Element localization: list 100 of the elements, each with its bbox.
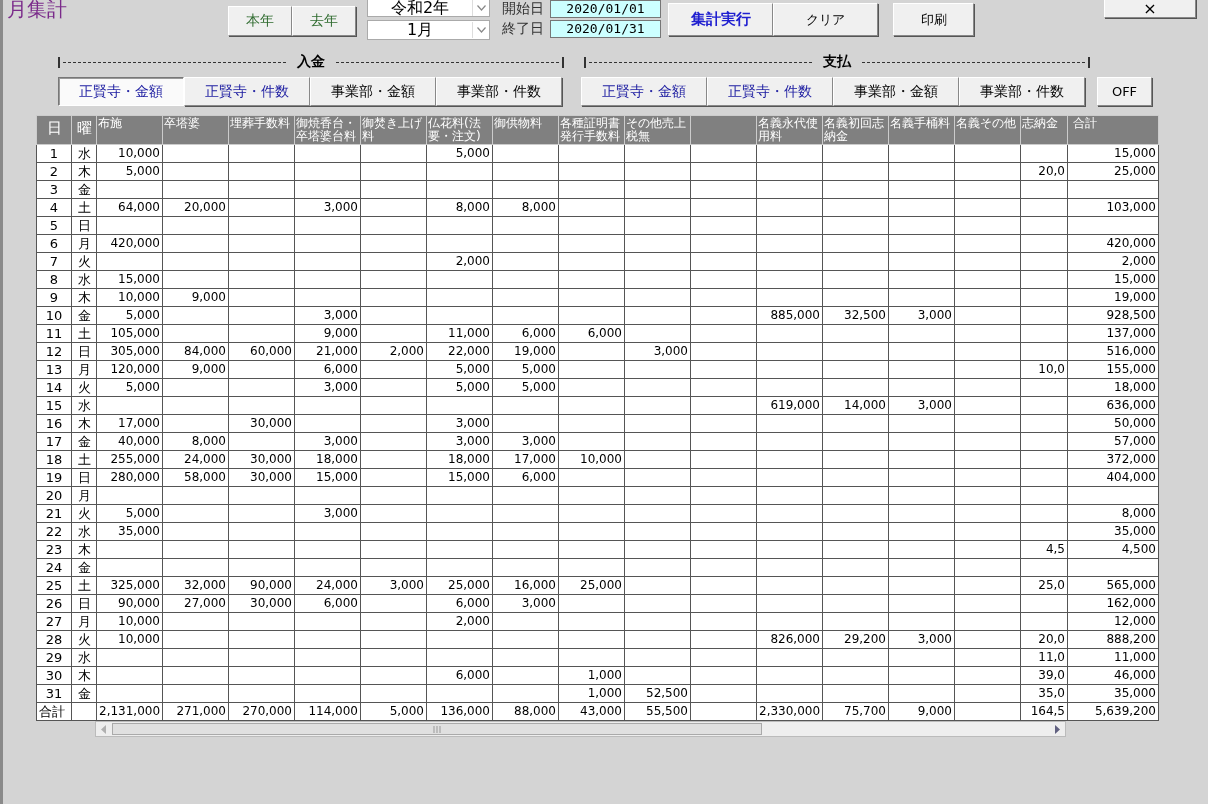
close-button[interactable]: × xyxy=(1104,0,1196,18)
era-select[interactable]: 令和2年 xyxy=(367,0,490,17)
table-cell: 60,000 xyxy=(228,342,295,361)
view-button[interactable]: 正賢寺・件数 xyxy=(184,77,310,106)
table-cell: 18,000 xyxy=(294,450,361,469)
table-cell: 30,000 xyxy=(228,594,295,613)
table-cell: 420,000 xyxy=(96,234,163,253)
year-button[interactable]: 去年 xyxy=(292,6,356,36)
table-cell: 19,000 xyxy=(492,342,559,361)
table-cell: 114,000 xyxy=(294,702,361,721)
table-cell: 280,000 xyxy=(96,468,163,487)
table-cell: 15,000 xyxy=(426,468,493,487)
table-cell: 木 xyxy=(71,288,97,307)
table-cell: 日 xyxy=(71,342,97,361)
table-cell: 1 xyxy=(36,144,72,163)
table-cell: 636,000 xyxy=(1067,396,1159,415)
table-cell: 水 xyxy=(71,396,97,415)
year-button[interactable]: 本年 xyxy=(228,6,292,36)
table-cell: 土 xyxy=(71,198,97,217)
table-cell: 17 xyxy=(36,432,72,451)
table-cell: 84,000 xyxy=(162,342,229,361)
scroll-thumb[interactable] xyxy=(112,723,762,735)
table-cell: 24 xyxy=(36,558,72,577)
table-cell: 13 xyxy=(36,360,72,379)
column-header: 卒塔婆 xyxy=(162,115,229,145)
table-cell: 4 xyxy=(36,198,72,217)
table-cell: 金 xyxy=(71,684,97,703)
table-cell: 8,000 xyxy=(162,432,229,451)
table-cell: 58,000 xyxy=(162,468,229,487)
action-button[interactable]: クリア xyxy=(773,3,878,36)
table-cell: 水 xyxy=(71,270,97,289)
table-cell: 1,000 xyxy=(558,684,625,703)
table-cell: 90,000 xyxy=(96,594,163,613)
table-cell: 120,000 xyxy=(96,360,163,379)
table-cell: 3,000 xyxy=(624,342,691,361)
action-button[interactable]: 集計実行 xyxy=(668,3,773,36)
table-cell: 6,000 xyxy=(426,666,493,685)
view-button[interactable]: 事業部・件数 xyxy=(436,77,562,106)
table-cell: 火 xyxy=(71,378,97,397)
table-cell: 55,500 xyxy=(624,702,691,721)
table-cell: 3,000 xyxy=(294,504,361,523)
table-cell: 88,000 xyxy=(492,702,559,721)
table-cell: 3,000 xyxy=(294,198,361,217)
column-header: 仏花料(法要・注文) xyxy=(426,115,493,145)
table-cell: 土 xyxy=(71,576,97,595)
view-button[interactable]: 事業部・金額 xyxy=(310,77,436,106)
table-cell: 3,000 xyxy=(492,432,559,451)
column-header: 名義永代使用料 xyxy=(756,115,823,145)
table-cell: 5,000 xyxy=(492,378,559,397)
table-cell: 155,000 xyxy=(1067,360,1159,379)
table-cell: 6,000 xyxy=(426,594,493,613)
table-cell: 10,000 xyxy=(96,612,163,631)
table-cell: 木 xyxy=(71,540,97,559)
table-cell: 18 xyxy=(36,450,72,469)
table-cell: 5,000 xyxy=(360,702,427,721)
table-cell: 10,000 xyxy=(96,288,163,307)
table-cell: 64,000 xyxy=(96,198,163,217)
table-cell: 372,000 xyxy=(1067,450,1159,469)
table-cell: 2,330,000 xyxy=(756,702,823,721)
table-cell: 17,000 xyxy=(492,450,559,469)
table-cell: 水 xyxy=(71,522,97,541)
table-cell: 6 xyxy=(36,234,72,253)
table-cell: 164,5 xyxy=(1020,702,1068,721)
table-cell: 35,000 xyxy=(1067,522,1159,541)
month-select[interactable]: 1月 xyxy=(367,20,490,40)
table-cell: 305,000 xyxy=(96,342,163,361)
section-title: 支払 xyxy=(822,53,853,71)
table-cell: 3,000 xyxy=(888,630,955,649)
view-button[interactable]: 事業部・件数 xyxy=(959,77,1085,106)
table-cell: 46,000 xyxy=(1067,666,1159,685)
table-cell: 火 xyxy=(71,630,97,649)
table-cell: 35,000 xyxy=(1067,684,1159,703)
view-button[interactable]: 正賢寺・金額 xyxy=(58,77,184,106)
table-cell: 木 xyxy=(71,162,97,181)
table-cell: 5,000 xyxy=(426,378,493,397)
action-button[interactable]: 印刷 xyxy=(893,3,974,36)
table-cell: 22,000 xyxy=(426,342,493,361)
table-cell: 3,000 xyxy=(492,594,559,613)
table-cell: 日 xyxy=(71,468,97,487)
table-cell: 3,000 xyxy=(888,306,955,325)
table-cell: 木 xyxy=(71,414,97,433)
table-cell: 103,000 xyxy=(1067,198,1159,217)
table-cell: 20 xyxy=(36,486,72,505)
table-cell: 日 xyxy=(71,594,97,613)
horizontal-scrollbar[interactable] xyxy=(95,721,1066,737)
view-button[interactable]: 事業部・金額 xyxy=(833,77,959,106)
date-field[interactable]: 2020/01/31 xyxy=(550,20,661,38)
table-cell: 3,000 xyxy=(294,378,361,397)
view-button[interactable]: 正賢寺・金額 xyxy=(581,77,707,106)
table-cell: 19 xyxy=(36,468,72,487)
table-cell: 25,0 xyxy=(1020,576,1068,595)
table-cell: 18,000 xyxy=(1067,378,1159,397)
table-cell: 9,000 xyxy=(294,324,361,343)
date-field[interactable]: 2020/01/01 xyxy=(550,0,661,18)
view-button[interactable]: 正賢寺・件数 xyxy=(707,77,833,106)
table-cell: 137,000 xyxy=(1067,324,1159,343)
off-button[interactable]: OFF xyxy=(1097,77,1152,106)
table-cell: 30,000 xyxy=(228,468,295,487)
table-cell: 14 xyxy=(36,378,72,397)
table-cell: 420,000 xyxy=(1067,234,1159,253)
